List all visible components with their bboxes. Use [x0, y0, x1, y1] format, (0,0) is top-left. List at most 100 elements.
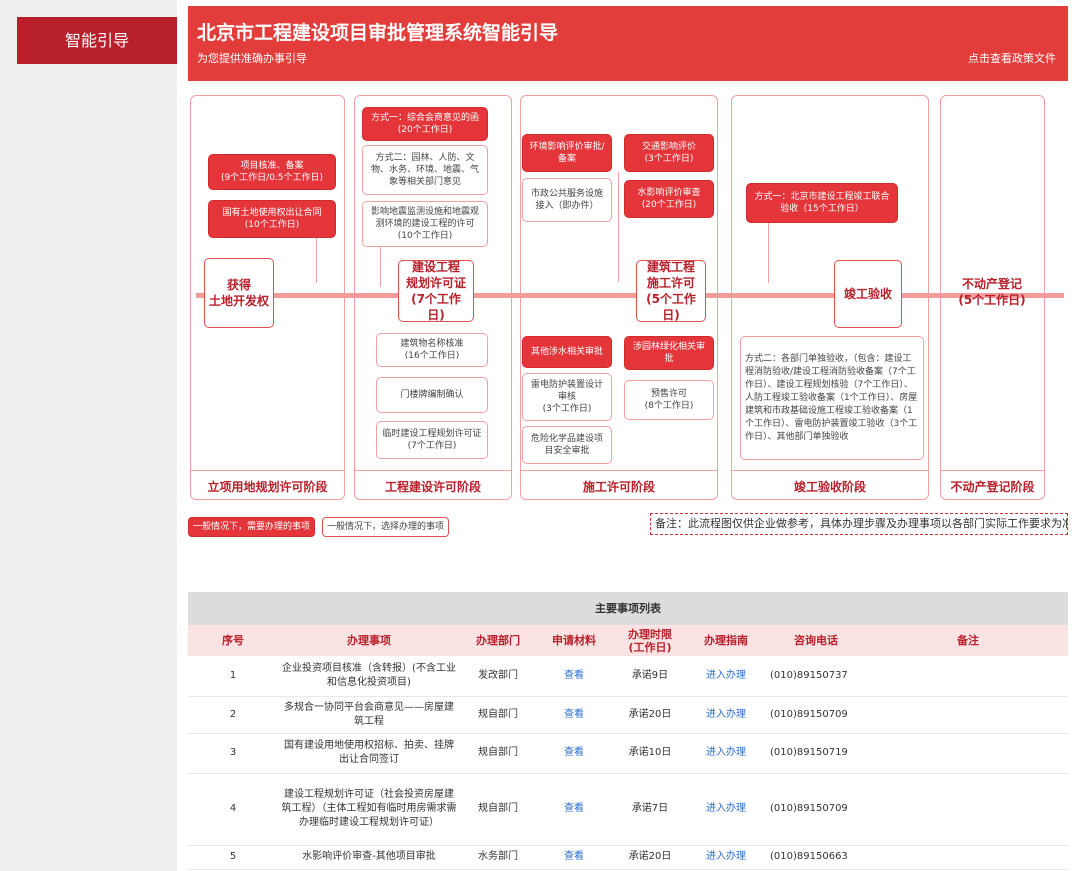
- table-row: 5 水影响评价审查-其他项目审批 水务部门 查看 承诺20日 进入办理 (010…: [188, 845, 1068, 870]
- box-water-impact[interactable]: 水影响评价审查 (20个工作日): [624, 180, 714, 218]
- cell-remark: [868, 656, 1068, 697]
- box-seismic-permit[interactable]: 影响地震监测设施和地震观测环境的建设工程的许可 (10个工作日): [362, 201, 488, 247]
- cell-limit: 承诺7日: [612, 773, 688, 846]
- box-department-opinions[interactable]: 方式二：园林、人防、文物、水务、环境、地震、气象等相关部门意见: [362, 145, 488, 195]
- box-lightning-protection[interactable]: 雷电防护装置设计审核 (3个工作日): [522, 373, 612, 421]
- table-header-row: 序号 办理事项 办理部门 申请材料 办理时限 (工作日) 办理指南 咨询电话 备…: [188, 625, 1068, 656]
- enter-handling-link[interactable]: 进入办理: [688, 845, 764, 870]
- flowchart-note: 备注：此流程图仅供企业做参考，具体办理步骤及办理事项以各部门实际工作要求为准: [650, 513, 1068, 535]
- box-door-number[interactable]: 门楼牌编制确认: [376, 377, 488, 413]
- cell-dept: 发改部门: [460, 656, 536, 697]
- col-header-limit: 办理时限 (工作日): [612, 625, 688, 656]
- cell-phone: (010)89150709: [764, 773, 868, 846]
- box-joint-acceptance[interactable]: 方式一：北京市建设工程竣工联合验收（15个工作日）: [746, 183, 898, 223]
- sidebar-item-smart-guide[interactable]: 智能引导: [17, 17, 177, 64]
- items-table: 序号 办理事项 办理部门 申请材料 办理时限 (工作日) 办理指南 咨询电话 备…: [188, 625, 1068, 870]
- stage-label[interactable]: 工程建设许可阶段: [355, 478, 511, 495]
- cell-no: 1: [188, 656, 278, 697]
- divider: [521, 470, 717, 471]
- cell-item: 国有建设用地使用权招标、拍卖、挂牌出让合同签订: [278, 733, 460, 774]
- connector: [768, 223, 769, 283]
- cell-no: 2: [188, 696, 278, 734]
- table-row: 2 多规合一协同平台会商意见——房屋建筑工程 规自部门 查看 承诺20日 进入办…: [188, 696, 1068, 734]
- cell-limit: 承诺10日: [612, 733, 688, 774]
- enter-handling-link[interactable]: 进入办理: [688, 656, 764, 697]
- box-traffic-impact[interactable]: 交通影响评价 (3个工作日): [624, 134, 714, 172]
- connector: [618, 172, 619, 282]
- table-row: 3 国有建设用地使用权招标、拍卖、挂牌出让合同签订 规自部门 查看 承诺10日 …: [188, 733, 1068, 774]
- page-title: 北京市工程建设项目审批管理系统智能引导: [197, 22, 559, 44]
- cell-phone: (010)89150709: [764, 696, 868, 734]
- box-presale-permit[interactable]: 预售许可 (8个工作日): [624, 380, 714, 420]
- box-joint-opinion[interactable]: 方式一：综合会商意见的函 (20个工作日): [362, 107, 488, 141]
- box-water-approvals[interactable]: 其他涉水相关审批: [522, 336, 612, 368]
- cell-limit: 承诺20日: [612, 696, 688, 734]
- box-project-approval[interactable]: 项目核准、备案 (9个工作日/0.5个工作日): [208, 154, 336, 190]
- view-materials-link[interactable]: 查看: [536, 845, 612, 870]
- col-header-item: 办理事项: [278, 625, 460, 656]
- enter-handling-link[interactable]: 进入办理: [688, 696, 764, 734]
- stage-label[interactable]: 立项用地规划许可阶段: [191, 478, 344, 495]
- cell-remark: [868, 773, 1068, 846]
- cell-remark: [868, 733, 1068, 774]
- cell-dept: 规自部门: [460, 733, 536, 774]
- page-subtitle: 为您提供准确办事引导: [197, 52, 307, 65]
- cell-limit: 承诺9日: [612, 656, 688, 697]
- cell-dept: 规自部门: [460, 696, 536, 734]
- divider: [941, 470, 1044, 471]
- enter-handling-link[interactable]: 进入办理: [688, 733, 764, 774]
- cell-phone: (010)89150737: [764, 656, 868, 697]
- stage-label[interactable]: 竣工验收阶段: [732, 478, 928, 495]
- cell-dept: 规自部门: [460, 773, 536, 846]
- cell-item: 水影响评价审查-其他项目审批: [278, 845, 460, 870]
- stage-label[interactable]: 施工许可阶段: [521, 478, 717, 495]
- divider: [732, 470, 928, 471]
- cell-phone: (010)89150719: [764, 733, 868, 774]
- sidebar: 智能引导: [0, 0, 177, 871]
- cell-remark: [868, 845, 1068, 870]
- table-title: 主要事项列表: [188, 592, 1068, 625]
- view-materials-link[interactable]: 查看: [536, 773, 612, 846]
- col-header-remark: 备注: [868, 625, 1068, 656]
- col-header-phone: 咨询电话: [764, 625, 868, 656]
- box-building-name[interactable]: 建筑物名称核准 (16个工作日): [376, 333, 488, 367]
- view-materials-link[interactable]: 查看: [536, 696, 612, 734]
- divider: [191, 470, 344, 471]
- page-banner: 北京市工程建设项目审批管理系统智能引导 为您提供准确办事引导 点击查看政策文件: [188, 6, 1068, 81]
- cell-item: 多规合一协同平台会商意见——房屋建筑工程: [278, 696, 460, 734]
- milestone-construction-permit[interactable]: 建筑工程 施工许可 (5个工作日): [636, 260, 706, 322]
- stage-label[interactable]: 不动产登记阶段: [941, 478, 1044, 495]
- cell-limit: 承诺20日: [612, 845, 688, 870]
- cell-no: 4: [188, 773, 278, 846]
- box-land-use-contract[interactable]: 国有土地使用权出让合同 (10个工作日): [208, 200, 336, 238]
- milestone-property-registration[interactable]: 不动产登记 (5个工作日): [946, 270, 1038, 314]
- box-separate-acceptance[interactable]: 方式二：各部门单独验收，（包含：建设工程消防验收/建设工程消防验收备案（7个工作…: [740, 336, 924, 460]
- cell-no: 5: [188, 845, 278, 870]
- enter-handling-link[interactable]: 进入办理: [688, 773, 764, 846]
- cell-remark: [868, 696, 1068, 734]
- table-row: 1 企业投资项目核准（含转报）(不含工业和信息化投资项目) 发改部门 查看 承诺…: [188, 656, 1068, 697]
- legend-optional: 一般情况下，选择办理的事项: [322, 517, 450, 537]
- box-greening-approvals[interactable]: 涉园林绿化相关审批: [624, 336, 714, 370]
- milestone-land-right[interactable]: 获得 土地开发权: [204, 258, 274, 328]
- milestone-completion-acceptance[interactable]: 竣工验收: [834, 260, 902, 328]
- box-hazardous-chemicals[interactable]: 危险化学品建设项目安全审批: [522, 426, 612, 464]
- cell-phone: (010)89150663: [764, 845, 868, 870]
- cell-dept: 水务部门: [460, 845, 536, 870]
- cell-item: 企业投资项目核准（含转报）(不含工业和信息化投资项目): [278, 656, 460, 697]
- approval-flowchart: 立项用地规划许可阶段 工程建设许可阶段 施工许可阶段 竣工验收阶段 不动产登记阶…: [188, 90, 1068, 500]
- legend-required: 一般情况下，需要办理的事项: [188, 517, 316, 537]
- flow-mainline: [196, 293, 1064, 298]
- view-materials-link[interactable]: 查看: [536, 733, 612, 774]
- box-utility-connection[interactable]: 市政公共服务设施接入（即办件）: [522, 178, 612, 222]
- milestone-planning-permit[interactable]: 建设工程 规划许可证 (7个工作日): [398, 260, 474, 322]
- view-materials-link[interactable]: 查看: [536, 656, 612, 697]
- box-temp-planning-permit[interactable]: 临时建设工程规划许可证 (7个工作日): [376, 421, 488, 459]
- cell-no: 3: [188, 733, 278, 774]
- main-items-table: 主要事项列表 序号 办理事项 办理部门 申请材料 办理时限 (工作日) 办理指南…: [188, 592, 1068, 870]
- box-environmental-impact[interactable]: 环境影响评价审批/备案: [522, 134, 612, 172]
- col-header-dept: 办理部门: [460, 625, 536, 656]
- col-header-material: 申请材料: [536, 625, 612, 656]
- policy-files-link[interactable]: 点击查看政策文件: [968, 50, 1056, 66]
- col-header-no: 序号: [188, 625, 278, 656]
